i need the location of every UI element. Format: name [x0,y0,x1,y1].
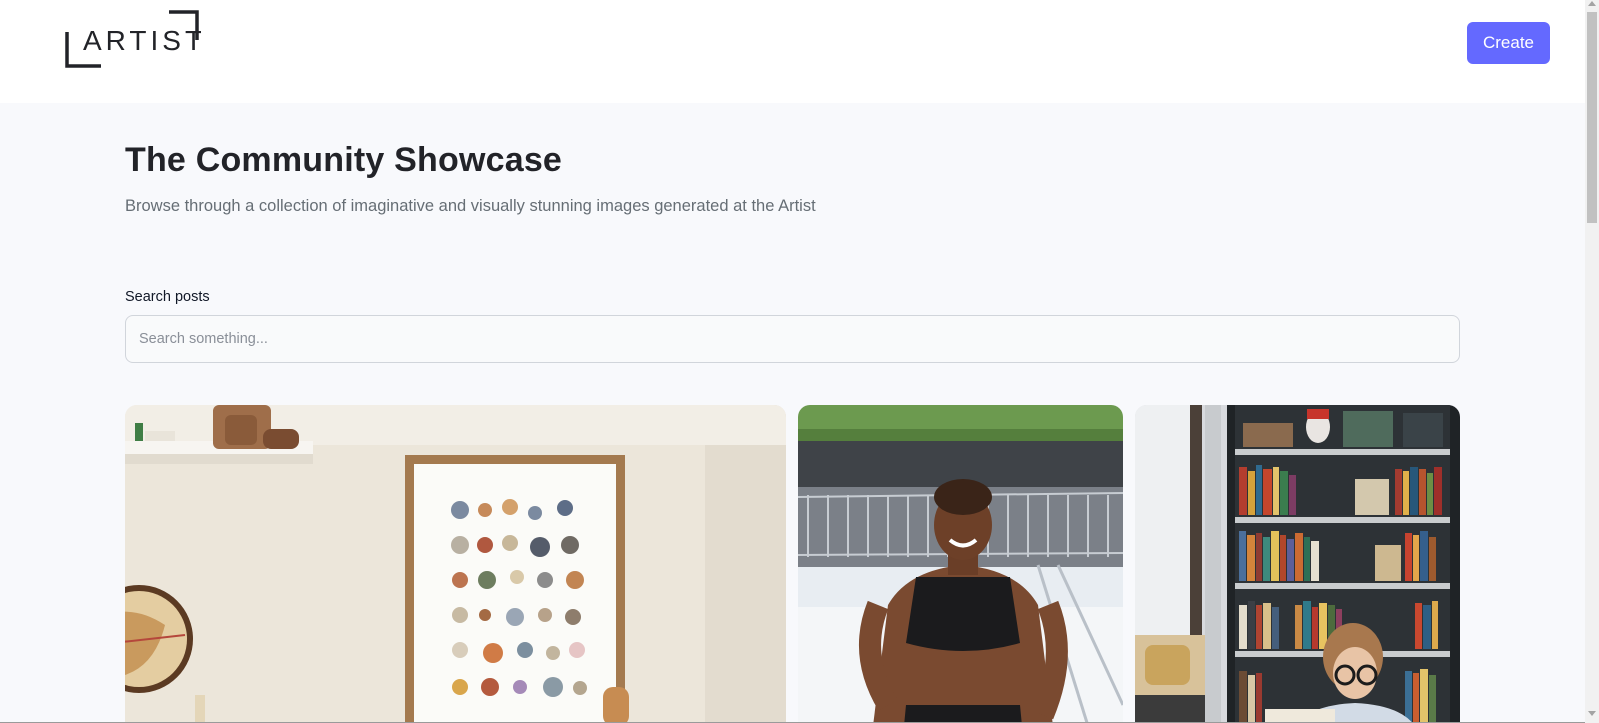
artist-logo-image: ARTIST [65,10,202,68]
scroll-down-arrow-icon[interactable] [1588,711,1596,716]
page-subtitle: Browse through a collection of imaginati… [125,197,816,215]
create-button[interactable]: Create [1467,22,1550,64]
gallery-card[interactable] [798,405,1123,723]
scrollbar-thumb[interactable] [1587,12,1597,223]
search-input[interactable] [125,315,1460,363]
svg-text:ARTIST: ARTIST [83,25,201,56]
vertical-scrollbar[interactable] [1585,0,1599,723]
nursery-room-image [125,405,786,723]
runner-woman-image [798,405,1123,723]
gallery-card[interactable] [125,405,786,723]
scroll-up-arrow-icon[interactable] [1588,1,1596,6]
artist-logo[interactable]: ARTIST [65,10,202,68]
search-label: Search posts [125,289,210,305]
gallery-card[interactable] [1135,405,1460,723]
top-navbar: ARTIST Create [0,0,1585,103]
image-gallery [125,405,1460,723]
page-title: The Community Showcase [125,141,563,179]
bookshelf-reader-image [1135,405,1460,723]
